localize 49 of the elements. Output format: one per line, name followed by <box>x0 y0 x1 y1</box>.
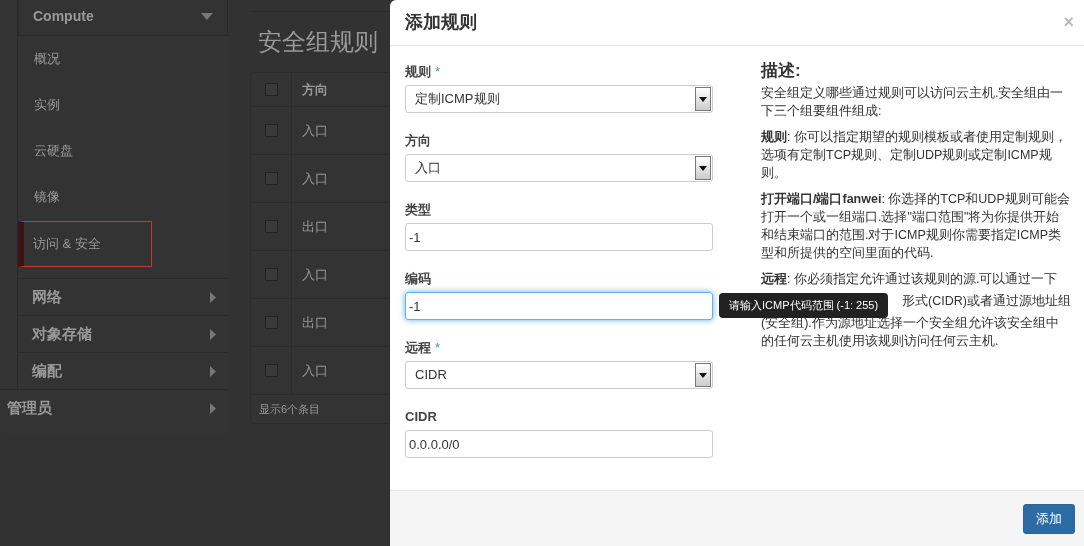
description-title: 描述: <box>761 62 802 80</box>
sidebar-item[interactable]: 镜像 <box>18 174 228 220</box>
modal-title: 添加规则 <box>405 11 477 34</box>
checkbox[interactable] <box>264 220 278 233</box>
field-label: 远程 <box>405 340 431 356</box>
sidebar-item[interactable]: 概况 <box>18 36 228 82</box>
table-cell: 入口 <box>291 107 389 154</box>
checkbox[interactable] <box>264 172 278 185</box>
checkbox[interactable] <box>264 268 278 281</box>
description-paragraph: 规则: 你可以指定期望的规则模板或者使用定制规则，选项有定制TCP规则、定制UDP规则或定制ICMP规则。 <box>761 129 1068 182</box>
input-field[interactable]: -1 <box>405 223 713 251</box>
description-paragraph: 远程: 你必须指定允许通过该规则的源.可以通过一下 <box>761 271 1059 288</box>
description-fragment: 形式(CIDR)或者通过源地址组 <box>902 293 1071 310</box>
description-paragraph: 安全组定义哪些通过规则可以访问云主机.安全组由一下三个组要组件组成: <box>761 85 1065 120</box>
checkbox[interactable] <box>264 364 278 377</box>
table-cell: 入口 <box>291 251 389 298</box>
add-button[interactable]: 添加 <box>1023 503 1075 534</box>
required-mark: * <box>435 64 441 80</box>
checkbox[interactable] <box>264 124 278 137</box>
table-footer: 显示6个条目 <box>251 395 389 423</box>
select-field[interactable]: 定制ICMP规则 <box>405 85 713 113</box>
field-label: 方向 <box>405 133 431 149</box>
required-mark: * <box>435 340 441 356</box>
sidebar-item[interactable]: 实例 <box>18 82 228 128</box>
sidebar-group[interactable]: 对象存储 <box>18 315 228 352</box>
sidebar-group[interactable]: 编配 <box>18 352 228 389</box>
page-title: 安全组规则 <box>258 28 379 57</box>
field-label: 类型 <box>405 202 431 218</box>
description-paragraph: 打开端口/端口fanwei: 你选择的TCP和UDP规则可能会打开一个或一组端口.选择"端口范围"将为你提供开始和结束端口的范围.对于ICMP规则你需要指定ICMP类型和所提供的空间里面的代码. <box>761 191 1071 262</box>
sidebar-group[interactable]: 管理员 <box>0 389 228 427</box>
checkbox[interactable] <box>264 83 278 96</box>
select-field[interactable]: CIDR <box>405 361 713 389</box>
sidebar-section-header[interactable]: Compute <box>18 0 228 36</box>
checkbox[interactable] <box>264 316 278 329</box>
input-field[interactable]: -1 <box>405 292 713 320</box>
sidebar-item[interactable]: 云硬盘 <box>18 128 228 174</box>
table-cell: 出口 <box>291 299 389 346</box>
table-cell: 入口 <box>291 155 389 202</box>
sidebar-item[interactable]: 访问 & 安全 <box>18 221 152 267</box>
sidebar-group[interactable]: 网络 <box>18 278 228 315</box>
field-label: 规则 <box>405 64 431 80</box>
column-header: 方向 <box>291 73 389 106</box>
input-field[interactable]: 0.0.0.0/0 <box>405 430 713 458</box>
select-field[interactable]: 入口 <box>405 154 713 182</box>
tooltip: 请输入ICMP代码范围 (-1: 255) <box>719 293 889 318</box>
field-label: 编码 <box>405 271 431 287</box>
table-cell: 出口 <box>291 203 389 250</box>
table-cell: 入口 <box>291 347 389 394</box>
field-label: CIDR <box>405 409 437 425</box>
